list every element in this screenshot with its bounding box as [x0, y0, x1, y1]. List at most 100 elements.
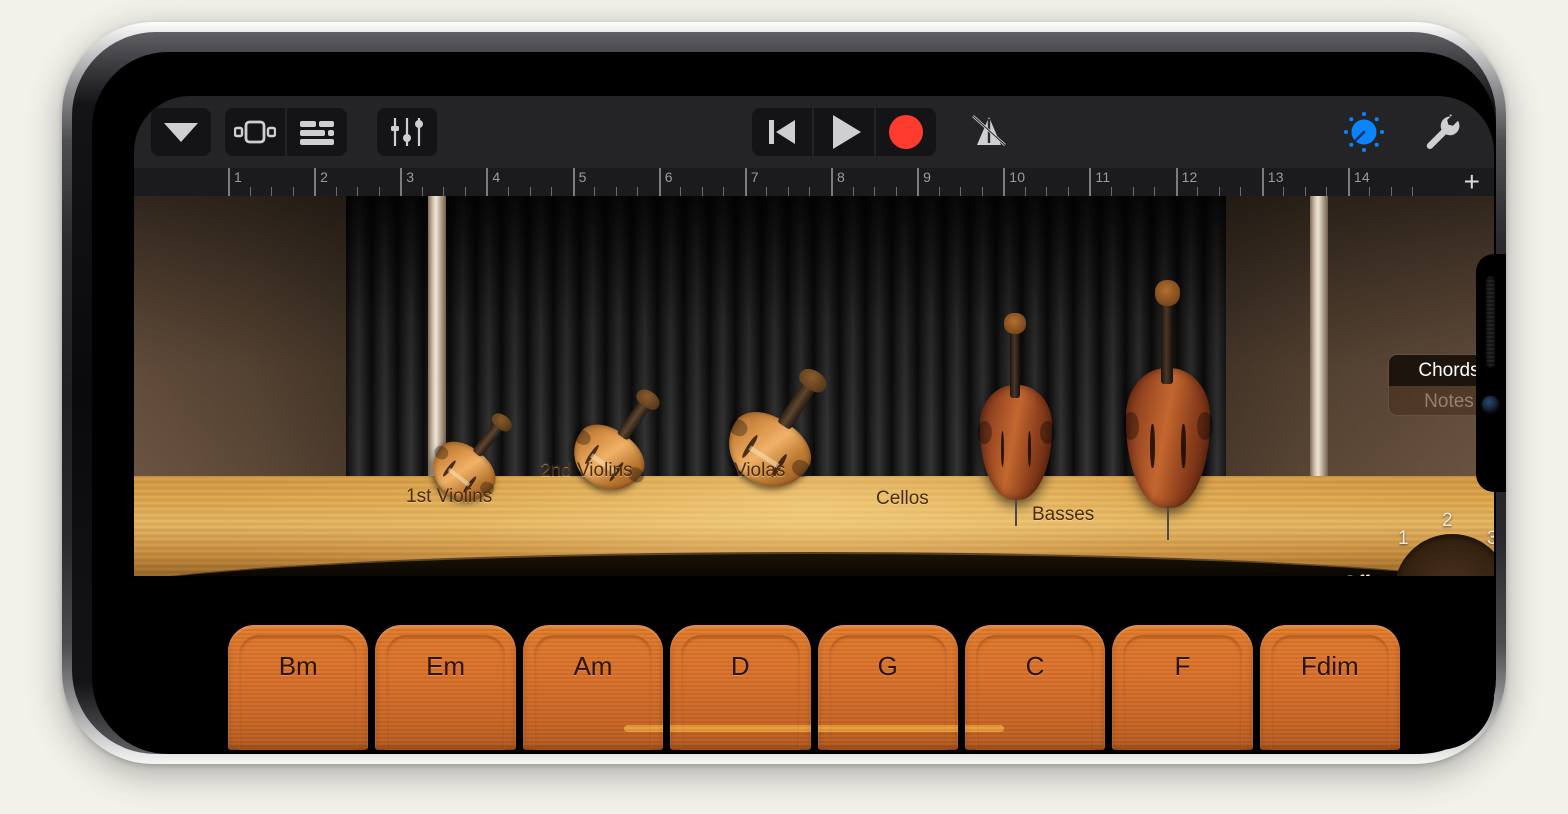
ruler-beat-tick — [680, 187, 682, 196]
ruler-bar-number: 12 — [1181, 169, 1198, 185]
play-button[interactable] — [814, 108, 874, 156]
autoplay-position-off[interactable]: Off — [1342, 572, 1370, 576]
settings-button[interactable] — [1411, 108, 1471, 156]
stage-view[interactable]: 1st Violins 2nd Violins Violas Cellos Ba… — [134, 196, 1494, 576]
navigation-button[interactable] — [151, 108, 211, 156]
ruler-beat-tick — [1046, 187, 1048, 196]
tracks-view-button[interactable] — [225, 108, 285, 156]
ruler-beat-tick — [615, 187, 617, 196]
timeline-ruler[interactable]: 1 2 3 4 5 6 7 8 9 10 11 12 13 14 + — [134, 168, 1494, 196]
metronome-button[interactable] — [959, 108, 1019, 156]
mixer-button[interactable] — [377, 108, 437, 156]
autoplay-position-2[interactable]: 2 — [1442, 510, 1453, 532]
toolbar-left-group — [150, 108, 212, 156]
ruler-bar-number: 5 — [578, 169, 587, 185]
ruler-beat-tick — [271, 187, 273, 196]
autoplay-position-3[interactable]: 3 — [1487, 528, 1494, 550]
chord-button-fdim[interactable]: Fdim — [1259, 625, 1400, 750]
mixer-group — [376, 108, 438, 156]
ruler-beat-tick — [507, 187, 509, 196]
phone-inner-bezel: 1 2 3 4 5 6 7 8 9 10 11 12 13 14 + 1st V… — [92, 52, 1496, 754]
stage-column-right — [1310, 196, 1328, 496]
cello-graphic — [977, 313, 1055, 527]
ruler-beat-tick — [1240, 187, 1242, 196]
ruler-bar-mark: 14 — [1347, 168, 1370, 196]
ruler-bar-number: 2 — [320, 169, 329, 185]
ruler-beat-tick — [874, 187, 876, 196]
fx-knob-icon — [1344, 112, 1384, 152]
ruler-beat-tick — [766, 187, 768, 196]
ruler-bar-mark: 8 — [831, 168, 845, 196]
ruler-beat-tick — [1369, 187, 1371, 196]
earpiece-speaker — [1486, 276, 1495, 368]
fx-button[interactable] — [1334, 108, 1394, 156]
ruler-track: 1 2 3 4 5 6 7 8 9 10 11 12 13 14 — [228, 168, 1434, 196]
phone-frame: 1 2 3 4 5 6 7 8 9 10 11 12 13 14 + 1st V… — [62, 22, 1506, 764]
device-screen: 1 2 3 4 5 6 7 8 9 10 11 12 13 14 + 1st V… — [134, 96, 1494, 750]
chord-button-label: Fdim — [1300, 651, 1359, 681]
chord-button-bm[interactable]: Bm — [228, 625, 369, 750]
toolbar-right-group — [1333, 108, 1472, 156]
chevron-down-icon — [164, 122, 198, 142]
ruler-beat-tick — [378, 187, 380, 196]
metronome-off-icon — [972, 115, 1006, 146]
track-list-icon — [300, 121, 334, 145]
chord-button-label: C — [1025, 651, 1045, 681]
ruler-beat-tick — [938, 187, 940, 196]
ruler-bar-mark: 9 — [917, 168, 931, 196]
chord-strip: Bm Em Am D G C F Fdim — [134, 576, 1494, 750]
ruler-beat-tick — [701, 187, 703, 196]
play-icon — [832, 115, 861, 149]
ruler-beat-tick — [1412, 187, 1414, 196]
ruler-bar-mark: 7 — [744, 168, 759, 196]
wrench-icon — [1426, 114, 1460, 150]
ruler-beat-tick — [1110, 187, 1112, 196]
instrument-label: Cellos — [876, 488, 929, 509]
chord-button-label: Em — [426, 651, 466, 681]
autoplay-knob-dial[interactable] — [1394, 534, 1494, 576]
ruler-beat-tick — [960, 187, 962, 196]
bass-graphic — [1122, 280, 1214, 540]
instrument-label: 1st Violins — [406, 486, 493, 507]
record-icon — [889, 115, 923, 149]
ruler-bar-number: 9 — [923, 169, 932, 185]
ruler-beat-tick — [421, 187, 423, 196]
ruler-bar-mark: 3 — [400, 168, 414, 196]
ruler-beat-tick — [594, 187, 596, 196]
ruler-beat-tick — [1067, 187, 1069, 196]
chord-button-f[interactable]: F — [1112, 625, 1253, 750]
ruler-bar-number: 4 — [492, 169, 501, 185]
record-button[interactable] — [876, 108, 936, 156]
view-toggle-group — [224, 108, 348, 156]
ruler-bar-number: 11 — [1095, 169, 1111, 185]
ruler-beat-tick — [1283, 187, 1285, 196]
ruler-beat-tick — [1024, 187, 1026, 196]
ruler-bar-number: 13 — [1267, 169, 1284, 185]
ruler-beat-tick — [1326, 187, 1328, 196]
chord-button-label: D — [730, 651, 750, 681]
ruler-bar-number: 8 — [837, 169, 845, 185]
ruler-beat-tick — [551, 187, 553, 196]
ruler-beat-tick — [1218, 187, 1220, 196]
ruler-beat-tick — [443, 187, 445, 196]
ruler-bar-mark: 1 — [228, 168, 242, 196]
rewind-button[interactable] — [752, 108, 812, 156]
home-indicator[interactable] — [624, 725, 1004, 732]
ruler-beat-tick — [723, 187, 725, 196]
ruler-bar-mark: 5 — [572, 168, 586, 196]
toolbar — [134, 96, 1494, 168]
chord-button-em[interactable]: Em — [375, 625, 516, 750]
chord-button-label: G — [877, 651, 898, 681]
add-section-button[interactable]: + — [1464, 168, 1480, 196]
rewind-icon — [769, 120, 795, 144]
ruler-bar-number: 10 — [1009, 169, 1026, 185]
ruler-bar-number: 6 — [664, 169, 673, 185]
autoplay-control[interactable]: Off 1 2 3 4 Autoplay — [1342, 496, 1494, 576]
ruler-bar-mark: 13 — [1261, 168, 1283, 196]
ruler-beat-tick — [637, 187, 639, 196]
autoplay-position-1[interactable]: 1 — [1398, 528, 1409, 550]
ruler-beat-tick — [335, 187, 337, 196]
ruler-beat-tick — [852, 187, 854, 196]
mixer-faders-icon — [391, 118, 423, 146]
track-list-button[interactable] — [287, 108, 347, 156]
